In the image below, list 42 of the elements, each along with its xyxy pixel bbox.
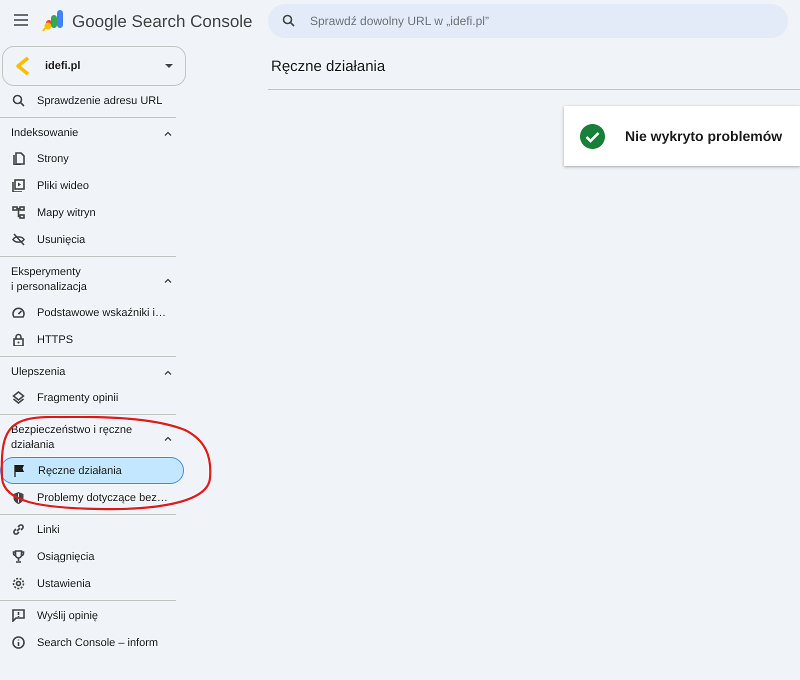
layers-icon: [12, 391, 25, 404]
nav-item[interactable]: Pliki wideo: [0, 172, 184, 199]
nav-item[interactable]: Linki: [0, 516, 184, 543]
video-icon: [12, 179, 25, 192]
section-header[interactable]: Eksperymenty i personalizacja: [0, 258, 176, 299]
nav-item[interactable]: HTTPS: [0, 326, 184, 353]
search-icon: [12, 94, 25, 107]
shield-icon: [12, 491, 25, 504]
feedback-icon: [12, 609, 25, 622]
nav-item[interactable]: Strony: [0, 145, 184, 172]
sitemap-icon: [12, 206, 25, 219]
page-icon: [12, 152, 25, 165]
nav-item[interactable]: Search Console – inform: [0, 629, 184, 656]
dropdown-caret-icon: [165, 64, 173, 68]
page-title: Ręczne działania: [268, 44, 800, 90]
status-card: Nie wykryto problemów: [564, 106, 800, 166]
nav-item[interactable]: Wyślij opinię: [0, 602, 184, 629]
gauge-icon: [12, 306, 25, 319]
search-field[interactable]: Sprawdź dowolny URL w „idefi.pl”: [268, 4, 788, 38]
section-header[interactable]: Ulepszenia: [0, 358, 176, 384]
nav-item[interactable]: Sprawdzenie adresu URL: [0, 87, 184, 114]
section-header[interactable]: Bezpieczeństwo i ręczne działania: [0, 416, 176, 457]
flag-icon: [13, 464, 26, 477]
nav-item[interactable]: Usunięcia: [0, 226, 184, 253]
check-circle-icon: [580, 124, 605, 148]
eye-off-icon: [12, 233, 25, 246]
gear-icon: [12, 577, 25, 590]
lock-icon: [12, 333, 25, 346]
nav-item[interactable]: Fragmenty opinii: [0, 384, 184, 411]
nav-item[interactable]: Ustawienia: [0, 570, 184, 597]
link-icon: [12, 523, 25, 536]
property-selector[interactable]: idefi.pl: [2, 46, 186, 86]
nav-item[interactable]: Ręczne działania: [0, 457, 184, 484]
nav-item[interactable]: Podstawowe wskaźniki i…: [0, 299, 184, 326]
app-title: Google Search Console: [72, 12, 253, 32]
nav-item[interactable]: Mapy witryn: [0, 199, 184, 226]
trophy-icon: [12, 550, 25, 563]
info-icon: [12, 636, 25, 649]
nav-item[interactable]: Osiągnięcia: [0, 543, 184, 570]
section-header[interactable]: Indeksowanie: [0, 119, 176, 145]
back-chevron-icon: [15, 56, 31, 76]
nav-item[interactable]: Problemy dotyczące bez…: [0, 484, 184, 511]
